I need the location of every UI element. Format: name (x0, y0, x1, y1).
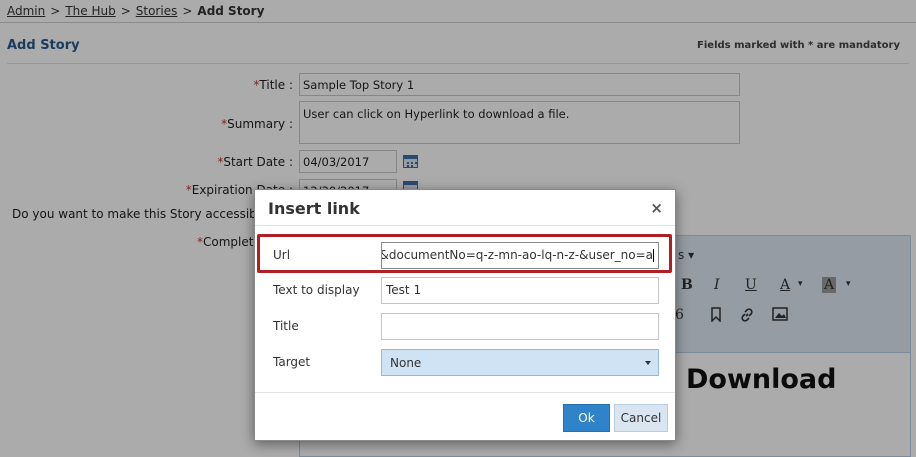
dialog-footer: Ok Cancel (255, 392, 675, 440)
title-label: Title (273, 319, 299, 333)
target-selected-value: None (390, 356, 422, 370)
url-field-highlight (257, 234, 672, 273)
target-select[interactable]: None (381, 349, 659, 376)
cancel-button[interactable]: Cancel (614, 404, 668, 432)
insert-link-dialog: Insert link × Url n=L&documentNo=q-z-mn-… (254, 189, 676, 441)
target-label: Target (273, 355, 311, 369)
chevron-down-icon (645, 361, 651, 365)
ok-button[interactable]: Ok (563, 404, 610, 432)
text-to-display-label: Text to display (273, 283, 360, 297)
text-to-display-input[interactable]: Test 1 (381, 277, 659, 304)
close-icon[interactable]: × (650, 199, 663, 217)
dialog-header: Insert link × (255, 190, 675, 226)
dialog-title: Insert link (268, 199, 360, 218)
title-input[interactable] (381, 313, 659, 340)
